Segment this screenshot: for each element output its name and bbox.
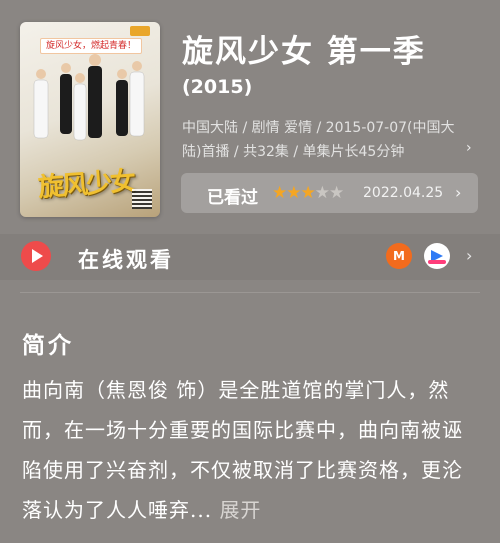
star-icon: ★ — [272, 183, 287, 203]
header-section: 旋风少女，燃起青春！ 旋风少女 旋风少女 第一季 (2015) 中国大陆 / 剧… — [0, 0, 500, 234]
rating-chevron-icon[interactable]: › — [455, 183, 461, 202]
intro-heading: 简介 — [22, 333, 74, 359]
star-icon: ★ — [286, 183, 301, 203]
show-year: (2015) — [182, 76, 253, 98]
meta-chevron-icon[interactable]: › — [466, 140, 472, 156]
mango-tv-icon[interactable]: M — [386, 243, 412, 269]
youku-icon[interactable] — [424, 243, 450, 269]
star-icon: ★ — [329, 183, 344, 203]
watched-date: 2022.04.25 — [363, 185, 444, 201]
watch-online-label: 在线观看 — [78, 248, 174, 272]
play-icon[interactable] — [21, 241, 51, 271]
intro-body: 曲向南（焦恩俊 饰）是全胜道馆的掌门人，然而，在一场十分重要的国际比赛中，曲向南… — [22, 370, 482, 530]
show-meta[interactable]: 中国大陆 / 剧情 爱情 / 2015-07-07(中国大陆)首播 / 共32集… — [182, 116, 472, 164]
watch-chevron-icon[interactable]: › — [466, 246, 472, 265]
poster-calligraphy: 旋风少女 — [37, 166, 136, 204]
watched-label: 已看过 — [207, 188, 258, 208]
expand-link[interactable]: 展开 — [219, 498, 261, 522]
star-icon: ★ — [314, 183, 330, 203]
divider — [20, 292, 480, 293]
show-title: 旋风少女 第一季 — [182, 34, 426, 70]
star-icon: ★ — [300, 183, 316, 203]
watch-online-row[interactable]: 在线观看 M › — [0, 234, 500, 280]
poster-image[interactable]: 旋风少女，燃起青春！ 旋风少女 — [20, 22, 160, 217]
poster-qr-code — [132, 189, 152, 209]
watched-rating-bar[interactable]: 已看过 ★★★★★ 2022.04.25 › — [181, 173, 478, 213]
star-rating: ★★★★★ — [272, 183, 344, 203]
